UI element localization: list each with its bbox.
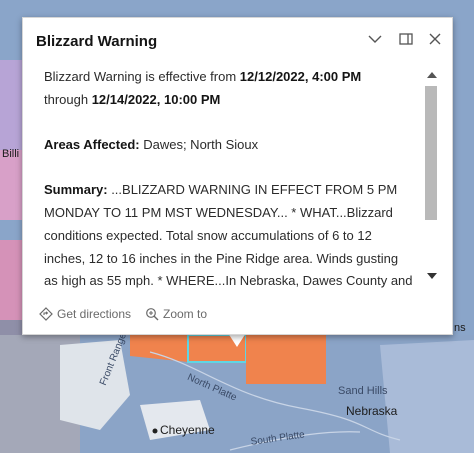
popup-scrollbar[interactable] [425,70,439,284]
popup-content[interactable]: Blizzard Warning is effective from 12/12… [44,66,426,292]
popup-footer: Get directions Zoom to [39,307,439,327]
map-zone-blizzard-east [246,335,326,384]
summary-label: Summary: [44,182,108,198]
dock-button[interactable] [394,27,418,51]
effective-start: 12/12/2022, 4:00 PM [239,69,362,84]
map-label-nebraska: Nebraska [346,404,398,418]
feature-popup: Blizzard Warning Blizzard Warning is eff… [22,17,453,335]
summary-line-1: Summary: ...BLIZZARD WARNING IN EFFECT F… [44,179,426,202]
effective-line-2: through 12/14/2022, 10:00 PM [44,89,426,112]
areas-value: Dawes; North Sioux [139,137,259,153]
map-label-cheyenne: Cheyenne [160,423,215,437]
popup-title: Blizzard Warning [36,33,158,50]
zoom-to-button[interactable]: Zoom to [145,307,207,321]
zoom-in-icon [146,308,159,321]
effective-end: 12/14/2022, 10:00 PM [91,91,221,107]
get-directions-label: Get directions [57,307,132,321]
summary-line-2: MONDAY TO 11 PM MST WEDNESDAY... * WHAT.… [44,205,393,221]
screen: Billi ns Front Range North Platte Sand H… [0,0,474,453]
effective-line-1: Blizzard Warning is effective from 12/12… [44,66,426,89]
map-label-ns: ns [454,322,466,334]
close-button[interactable] [423,27,447,51]
summary-line-3: conditions expected. Total snow accumula… [44,227,372,243]
map-city-marker-cheyenne [152,428,158,434]
map-label-sand-hills: Sand Hills [338,385,388,397]
areas-label: Areas Affected: [44,137,140,153]
chevron-down-icon [368,35,382,43]
dock-icon [399,33,413,45]
popup-pointer [228,333,246,347]
zoom-to-label: Zoom to [163,307,208,321]
scroll-thumb[interactable] [425,86,437,220]
collapse-button[interactable] [363,27,387,51]
scroll-up-arrow-icon[interactable] [427,72,437,78]
get-directions-button[interactable]: Get directions [39,307,131,321]
map-zone-pink-west-2 [0,240,24,320]
directions-icon [39,307,53,321]
scroll-down-arrow-icon[interactable] [427,273,437,279]
map-zone-lightblue-east [380,340,474,453]
popup-header: Blizzard Warning [23,18,452,64]
summary-text: ...BLIZZARD WARNING IN EFFECT FROM 5 PM [107,182,398,198]
close-icon [429,33,441,45]
effective-prefix: Blizzard Warning is effective from [44,69,240,84]
summary-line-4: inches, 12 to 16 inches in the Pine Ridg… [44,250,399,266]
map-zone-pink-west [0,150,24,220]
areas-affected: Areas Affected: Dawes; North Sioux [44,134,426,157]
map-label-billings: Billi [2,148,20,160]
through-prefix: through [44,91,92,107]
summary-line-5: as high as 55 mph. * WHERE...In Nebraska… [44,273,413,289]
